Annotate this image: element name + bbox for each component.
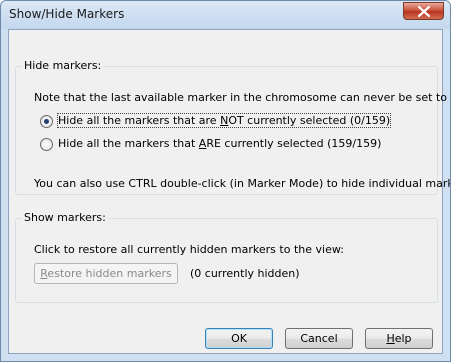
close-icon	[418, 6, 430, 17]
ctrl-double-click-tip: You can also use CTRL double-click (in M…	[34, 177, 451, 190]
restore-description: Click to restore all currently hidden ma…	[34, 243, 344, 256]
dialog-title: Show/Hide Markers	[9, 7, 125, 21]
radio-button-icon[interactable]	[40, 138, 53, 151]
close-button[interactable]	[403, 2, 444, 20]
hide-selected-label: Hide all the markers that ARE currently …	[58, 137, 382, 150]
ok-button[interactable]: OK	[205, 328, 273, 349]
hidden-marker-note: Note that the last available marker in t…	[34, 91, 451, 104]
hidden-count-status: (0 currently hidden)	[190, 267, 300, 280]
title-bar[interactable]: Show/Hide Markers	[1, 1, 450, 29]
radio-button-selected-icon[interactable]	[40, 115, 53, 128]
hide-markers-group-label: Hide markers:	[22, 59, 104, 72]
cancel-button[interactable]: Cancel	[285, 328, 353, 349]
hide-markers-group: Hide markers: Note that the last availab…	[15, 59, 450, 195]
dialog-content: Hide markers: Note that the last availab…	[8, 29, 450, 354]
show-markers-group: Show markers: Click to restore all curre…	[15, 211, 438, 303]
restore-hidden-markers-button[interactable]: Restore hidden markers	[34, 263, 178, 284]
hide-unselected-label: Hide all the markers that are NOT curren…	[56, 113, 392, 128]
show-markers-group-label: Show markers:	[22, 211, 108, 224]
dialog-window: Show/Hide Markers Hide markers: Note tha…	[0, 0, 451, 362]
help-button[interactable]: Help	[365, 328, 433, 349]
